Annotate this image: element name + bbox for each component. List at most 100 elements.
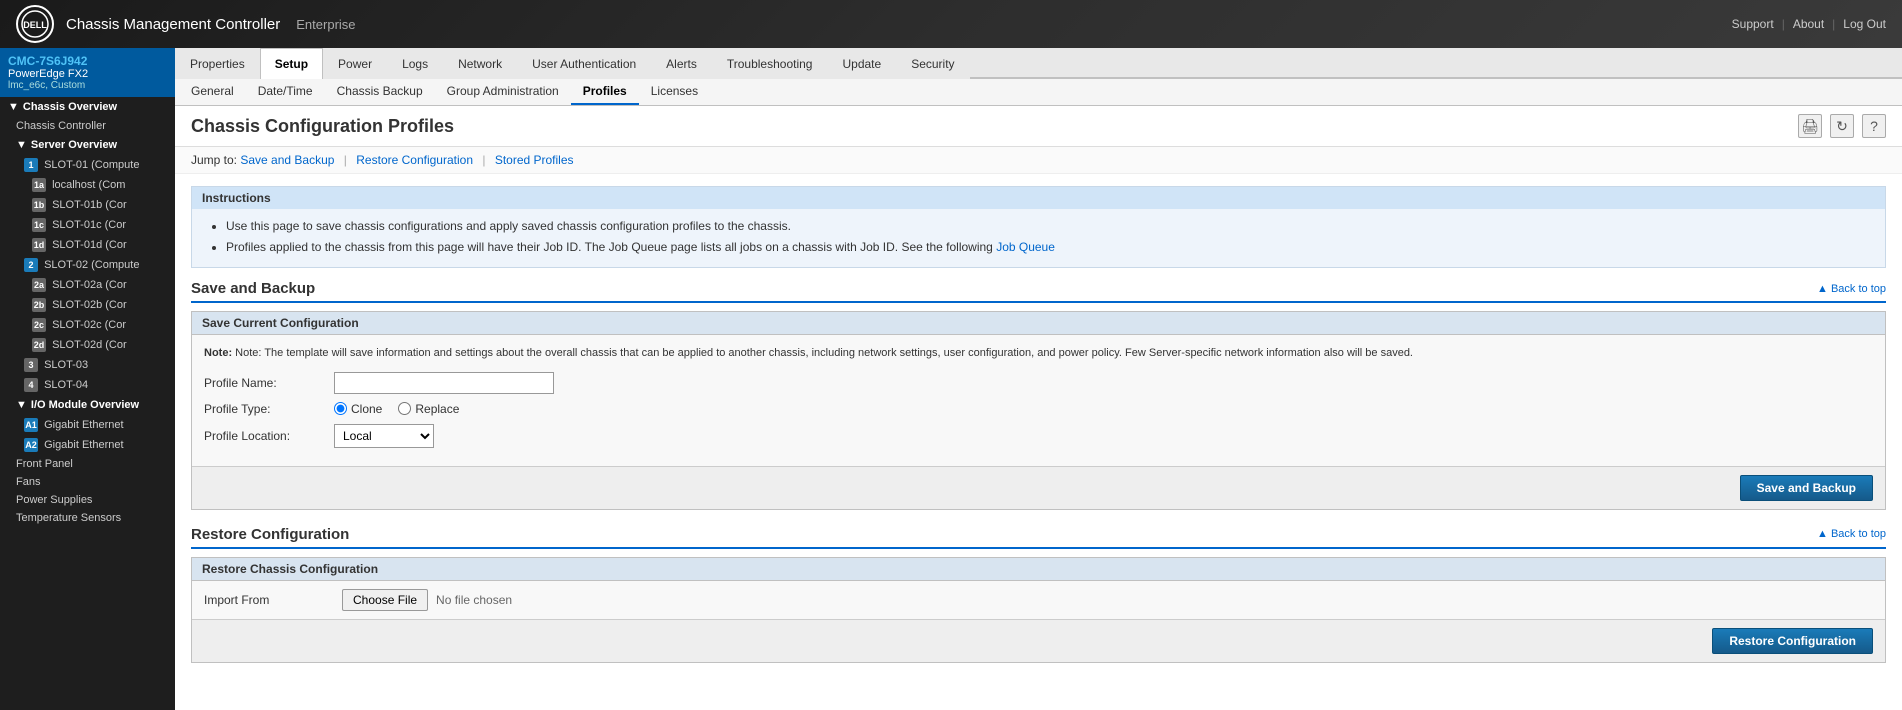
save-backup-section: Save and Backup ▲ Back to top Save Curre…	[191, 280, 1886, 510]
slot-badge-2d: 2d	[32, 338, 46, 352]
slot-badge-2: 2	[24, 258, 38, 272]
subtab-chassis-backup[interactable]: Chassis Backup	[325, 79, 435, 105]
job-queue-link[interactable]: Job Queue	[996, 240, 1055, 254]
instructions-header: Instructions	[192, 187, 1885, 209]
sidebar-item-slot02[interactable]: 2 SLOT-02 (Compute	[0, 255, 175, 275]
save-current-config-header: Save Current Configuration	[192, 312, 1885, 335]
tab-troubleshooting[interactable]: Troubleshooting	[712, 48, 828, 79]
save-current-config-body: Note: Note: The template will save infor…	[192, 335, 1885, 466]
tab-logs[interactable]: Logs	[387, 48, 443, 79]
about-link[interactable]: About	[1793, 17, 1824, 31]
sidebar-item-chassis-overview[interactable]: ▼ Chassis Overview	[0, 97, 175, 117]
device-model: PowerEdge FX2	[8, 68, 167, 80]
choose-file-button[interactable]: Choose File	[342, 589, 428, 611]
help-button[interactable]: ?	[1862, 114, 1886, 138]
instruction-1: Use this page to save chassis configurat…	[226, 217, 1869, 236]
tab-alerts[interactable]: Alerts	[651, 48, 712, 79]
sidebar-item-slot02-2c[interactable]: 2c SLOT-02c (Cor	[0, 315, 175, 335]
sidebar-item-slot02-2d[interactable]: 2d SLOT-02d (Cor	[0, 335, 175, 355]
sidebar-item-gigabit-a1[interactable]: A1 Gigabit Ethernet	[0, 415, 175, 435]
sidebar-item-slot03[interactable]: 3 SLOT-03	[0, 355, 175, 375]
sidebar-item-power-supplies[interactable]: Power Supplies	[0, 491, 175, 509]
tab-update[interactable]: Update	[827, 48, 896, 79]
sidebar-item-gigabit-a2[interactable]: A2 Gigabit Ethernet	[0, 435, 175, 455]
tab-user-auth[interactable]: User Authentication	[517, 48, 651, 79]
tab-security[interactable]: Security	[896, 48, 969, 79]
sidebar-item-slot04[interactable]: 4 SLOT-04	[0, 375, 175, 395]
restore-config-title: Restore Configuration	[191, 526, 349, 543]
profile-name-row: Profile Name:	[204, 372, 1873, 394]
save-current-config: Save Current Configuration Note: Note: T…	[191, 311, 1886, 510]
sidebar: CMC-7S6J942 PowerEdge FX2 lmc_e6c, Custo…	[0, 48, 175, 710]
slot-badge-1a: 1a	[32, 178, 46, 192]
sidebar-item-slot01-1a[interactable]: 1a localhost (Com	[0, 175, 175, 195]
tab-setup[interactable]: Setup	[260, 48, 323, 79]
refresh-button[interactable]: ↻	[1830, 114, 1854, 138]
jump-bar: Jump to: Save and Backup | Restore Confi…	[175, 147, 1902, 174]
sidebar-item-chassis-controller[interactable]: Chassis Controller	[0, 117, 175, 135]
radio-replace[interactable]: Replace	[398, 402, 459, 416]
restore-configuration-button[interactable]: Restore Configuration	[1712, 628, 1873, 654]
subtab-licenses[interactable]: Licenses	[639, 79, 710, 105]
restore-chassis-config-header: Restore Chassis Configuration	[192, 558, 1885, 581]
profile-location-label: Profile Location:	[204, 429, 334, 443]
logout-link[interactable]: Log Out	[1843, 17, 1886, 31]
jump-save-link[interactable]: Save and Backup	[240, 153, 334, 167]
sidebar-item-front-panel[interactable]: Front Panel	[0, 455, 175, 473]
radio-replace-input[interactable]	[398, 402, 411, 415]
print-button[interactable]: 🖨	[1798, 114, 1822, 138]
sidebar-item-slot02-2b[interactable]: 2b SLOT-02b (Cor	[0, 295, 175, 315]
collapse-icon: ▼	[8, 101, 19, 113]
save-note: Note: Note: The template will save infor…	[204, 345, 1873, 362]
sidebar-item-slot01-1b[interactable]: 1b SLOT-01b (Cor	[0, 195, 175, 215]
slot-badge-4: 4	[24, 378, 38, 392]
instructions-body: Use this page to save chassis configurat…	[192, 209, 1885, 267]
profile-type-radio-group: Clone Replace	[334, 402, 459, 416]
page-content: Chassis Configuration Profiles 🖨 ↻ ? Jum…	[175, 106, 1902, 710]
tab-power[interactable]: Power	[323, 48, 387, 79]
save-backup-title: Save and Backup	[191, 280, 315, 297]
collapse-icon-server: ▼	[16, 139, 27, 151]
header-nav: Support | About | Log Out	[1732, 17, 1886, 31]
slot-badge-1d: 1d	[32, 238, 46, 252]
sidebar-item-slot01[interactable]: 1 SLOT-01 (Compute	[0, 155, 175, 175]
subtab-group-admin[interactable]: Group Administration	[435, 79, 571, 105]
device-info-text: lmc_e6c, Custom	[8, 80, 167, 91]
tab-properties[interactable]: Properties	[175, 48, 260, 79]
instructions-box: Instructions Use this page to save chass…	[191, 186, 1886, 268]
back-to-top-restore[interactable]: ▲ Back to top	[1817, 528, 1886, 540]
subtab-profiles[interactable]: Profiles	[571, 79, 639, 105]
radio-clone[interactable]: Clone	[334, 402, 382, 416]
subtab-datetime[interactable]: Date/Time	[246, 79, 325, 105]
app-edition: Enterprise	[296, 17, 355, 32]
dell-logo: DELL	[16, 5, 54, 43]
sidebar-item-temperature-sensors[interactable]: Temperature Sensors	[0, 509, 175, 527]
page-tools: 🖨 ↻ ?	[1798, 114, 1886, 138]
slot-badge-1b: 1b	[32, 198, 46, 212]
slot-badge-2c: 2c	[32, 318, 46, 332]
radio-clone-label: Clone	[351, 402, 382, 416]
sidebar-item-slot02-2a[interactable]: 2a SLOT-02a (Cor	[0, 275, 175, 295]
slot-badge-3: 3	[24, 358, 38, 372]
profile-location-select[interactable]: Local Remote	[334, 424, 434, 448]
subtab-general[interactable]: General	[179, 79, 246, 105]
jump-restore-link[interactable]: Restore Configuration	[356, 153, 473, 167]
sidebar-item-fans[interactable]: Fans	[0, 473, 175, 491]
main-content: Properties Setup Power Logs Network User…	[175, 48, 1902, 710]
sidebar-item-slot01-1c[interactable]: 1c SLOT-01c (Cor	[0, 215, 175, 235]
tab-network[interactable]: Network	[443, 48, 517, 79]
profile-name-input[interactable]	[334, 372, 554, 394]
restore-config-section: Restore Configuration ▲ Back to top Rest…	[191, 526, 1886, 663]
slot-badge-2a: 2a	[32, 278, 46, 292]
radio-clone-input[interactable]	[334, 402, 347, 415]
sidebar-item-io-module[interactable]: ▼ I/O Module Overview	[0, 395, 175, 415]
profile-name-label: Profile Name:	[204, 376, 334, 390]
jump-stored-link[interactable]: Stored Profiles	[495, 153, 574, 167]
back-to-top-save[interactable]: ▲ Back to top	[1817, 283, 1886, 295]
support-link[interactable]: Support	[1732, 17, 1774, 31]
sidebar-item-slot01-1d[interactable]: 1d SLOT-01d (Cor	[0, 235, 175, 255]
page-title-bar: Chassis Configuration Profiles 🖨 ↻ ?	[175, 106, 1902, 147]
save-and-backup-button[interactable]: Save and Backup	[1740, 475, 1873, 501]
sidebar-item-server-overview[interactable]: ▼ Server Overview	[0, 135, 175, 155]
import-from-row: Import From Choose File No file chosen	[192, 581, 1885, 619]
